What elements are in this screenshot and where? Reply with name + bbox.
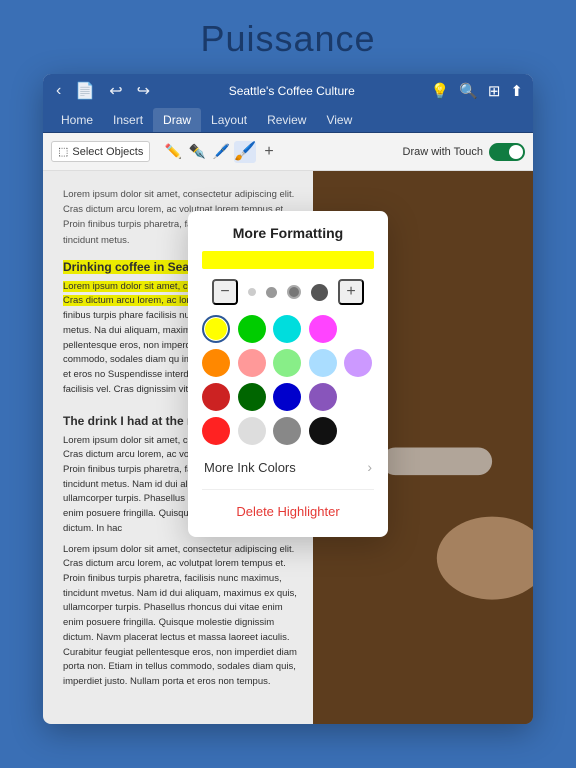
pen-icons: ✏️ ✒️ 🖊️ 🖌️ (162, 141, 256, 163)
pen-black[interactable]: ✏️ (162, 141, 184, 163)
size-dot-large[interactable] (287, 285, 301, 299)
color-swatch-magenta[interactable] (309, 315, 337, 343)
color-swatch-pink[interactable] (238, 349, 266, 377)
color-grid (202, 315, 374, 445)
document-card: ‹ 📄 ↩ ↪ Seattle's Coffee Culture 💡 🔍 ⊞ ⬆… (43, 74, 533, 724)
add-pen-button[interactable]: + (260, 143, 277, 161)
color-grid-spacer2 (344, 383, 372, 411)
top-icons: 💡 🔍 ⊞ ⬆ (430, 82, 523, 100)
color-swatch-dark-blue[interactable] (273, 383, 301, 411)
size-increase-button[interactable]: + (338, 279, 364, 305)
color-swatch-purple[interactable] (309, 383, 337, 411)
grid-icon[interactable]: ⊞ (488, 82, 501, 100)
back-button[interactable]: ‹ (53, 82, 64, 100)
popup-divider (202, 489, 374, 490)
select-icon: ⬚ (58, 145, 68, 158)
search-icon[interactable]: 🔍 (459, 82, 478, 100)
color-swatch-yellow[interactable] (202, 315, 230, 343)
chevron-right-icon: › (367, 459, 372, 475)
document-title: Seattle's Coffee Culture (161, 84, 422, 98)
color-swatch-gray[interactable] (273, 417, 301, 445)
file-icon[interactable]: 📄 (72, 81, 98, 101)
more-formatting-popup: More Formatting − + (188, 211, 388, 537)
draw-touch-toggle[interactable] (489, 143, 525, 161)
color-swatch-light-purple[interactable] (344, 349, 372, 377)
delete-highlighter-button[interactable]: Delete Highlighter (202, 500, 374, 523)
toolbar-right: Draw with Touch (403, 143, 526, 161)
redo-button[interactable]: ↪ (134, 81, 153, 101)
select-objects-button[interactable]: ⬚ Select Objects (51, 141, 150, 162)
color-swatch-orange[interactable] (202, 349, 230, 377)
tab-view[interactable]: View (316, 108, 362, 132)
pen-dark[interactable]: ✒️ (186, 141, 208, 163)
draw-with-touch-label: Draw with Touch (403, 146, 484, 158)
toolbar: ⬚ Select Objects ✏️ ✒️ 🖊️ 🖌️ + Draw with… (43, 133, 533, 171)
tab-insert[interactable]: Insert (103, 108, 153, 132)
popup-title: More Formatting (202, 225, 374, 241)
color-grid-spacer3 (344, 417, 372, 445)
color-swatch-light-gray[interactable] (238, 417, 266, 445)
pen-blue[interactable]: 🖊️ (210, 141, 232, 163)
color-swatch-green[interactable] (238, 315, 266, 343)
top-bar: ‹ 📄 ↩ ↪ Seattle's Coffee Culture 💡 🔍 ⊞ ⬆ (43, 74, 533, 108)
color-swatch-light-green[interactable] (273, 349, 301, 377)
size-dot-medium[interactable] (266, 287, 277, 298)
color-grid-spacer (344, 315, 372, 343)
bulb-icon[interactable]: 💡 (430, 82, 449, 100)
color-swatch-red[interactable] (202, 383, 230, 411)
size-decrease-button[interactable]: − (212, 279, 238, 305)
ribbon-tabs: Home Insert Draw Layout Review View (43, 108, 533, 133)
document-content: Lorem ipsum dolor sit amet, consectetur … (43, 171, 533, 724)
tab-draw[interactable]: Draw (153, 108, 201, 132)
tab-review[interactable]: Review (257, 108, 316, 132)
size-dot-small[interactable] (248, 288, 256, 296)
tab-home[interactable]: Home (51, 108, 103, 132)
color-swatch-dark-green[interactable] (238, 383, 266, 411)
share-icon[interactable]: ⬆ (510, 82, 523, 100)
select-label: Select Objects (72, 146, 143, 158)
size-row: − + (202, 279, 374, 305)
size-dot-xlarge[interactable] (311, 284, 328, 301)
color-swatch-black[interactable] (309, 417, 337, 445)
page-title: Puissance (200, 18, 375, 60)
tab-layout[interactable]: Layout (201, 108, 257, 132)
color-swatch-cyan[interactable] (273, 315, 301, 343)
color-swatch-light-blue[interactable] (309, 349, 337, 377)
popup-overlay: More Formatting − + (43, 171, 533, 724)
pen-yellow[interactable]: 🖌️ (234, 141, 256, 163)
color-swatch-bright-red[interactable] (202, 417, 230, 445)
more-ink-label: More Ink Colors (204, 460, 296, 475)
undo-button[interactable]: ↩ (106, 81, 125, 101)
color-preview-bar (202, 251, 374, 269)
more-ink-colors-button[interactable]: More Ink Colors › (202, 455, 374, 479)
